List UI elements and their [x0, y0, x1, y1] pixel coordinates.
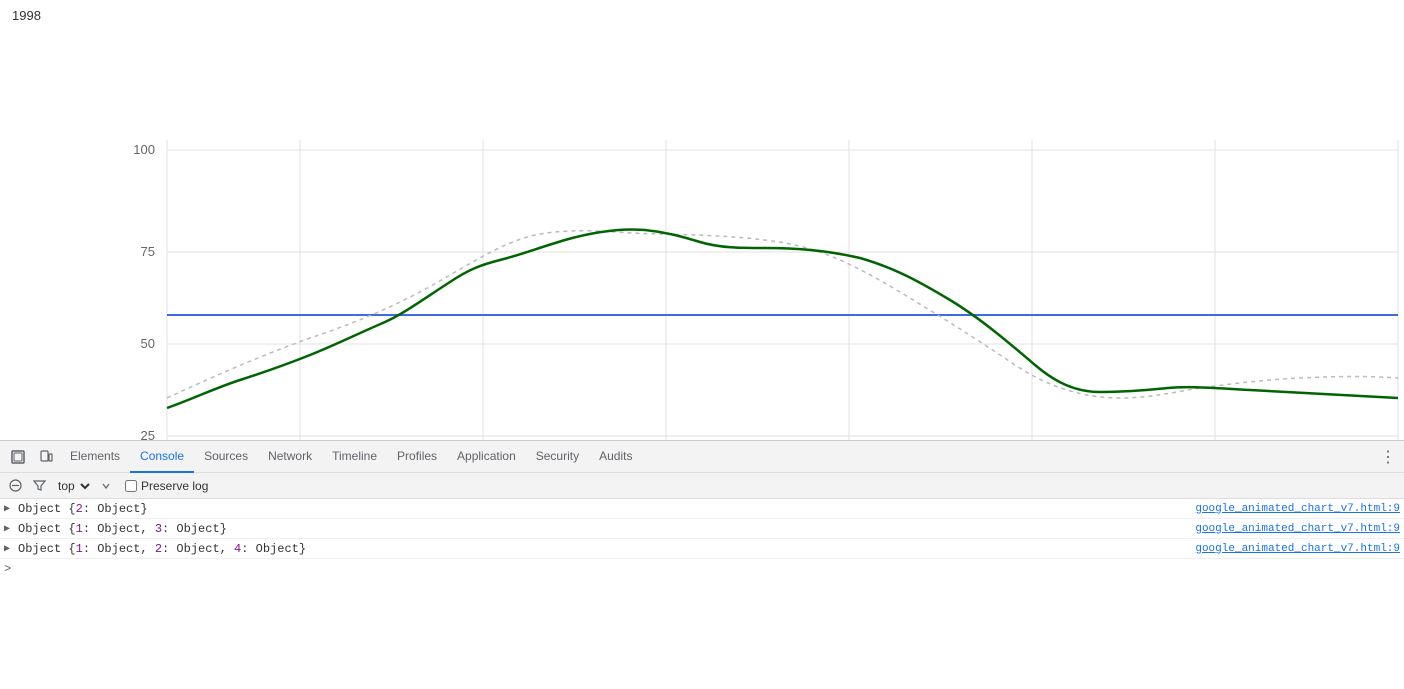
console-row-link-3[interactable]: google_animated_chart_v7.html:9: [1195, 543, 1400, 555]
console-row-link-1[interactable]: google_animated_chart_v7.html:9: [1195, 503, 1400, 515]
devtools-tabs: Elements Console Sources Network Timelin…: [0, 441, 1404, 473]
console-prompt: >: [4, 562, 11, 576]
preserve-log-container: Preserve log: [125, 479, 208, 493]
expand-arrow-3[interactable]: ▶: [4, 543, 14, 555]
filter-icon[interactable]: [28, 475, 50, 497]
devtools-menu-button[interactable]: ⋮: [1376, 443, 1400, 471]
clear-console-icon[interactable]: [4, 475, 26, 497]
console-row-1: ▶ Object {2: Object} google_animated_cha…: [0, 499, 1404, 519]
tab-elements[interactable]: Elements: [60, 441, 130, 473]
expand-arrow-2[interactable]: ▶: [4, 523, 14, 535]
svg-text:75: 75: [141, 244, 155, 259]
tab-network[interactable]: Network: [258, 441, 322, 473]
tab-sources[interactable]: Sources: [194, 441, 258, 473]
tab-console[interactable]: Console: [130, 441, 194, 473]
console-row-link-2[interactable]: google_animated_chart_v7.html:9: [1195, 523, 1400, 535]
tab-application[interactable]: Application: [447, 441, 526, 473]
svg-text:100: 100: [133, 142, 155, 157]
console-row-3: ▶ Object {1: Object, 2: Object, 4: Objec…: [0, 539, 1404, 559]
execution-context-select[interactable]: top: [52, 478, 93, 494]
toggle-device-icon[interactable]: [32, 443, 60, 471]
preserve-log-checkbox[interactable]: [125, 480, 137, 492]
tab-security[interactable]: Security: [526, 441, 589, 473]
console-input[interactable]: [15, 562, 1400, 576]
console-row-text-2: Object {1: Object, 3: Object}: [18, 522, 1195, 536]
chart-svg: 100 75 50 25: [0, 20, 1404, 450]
devtools-toolbar: top Preserve log: [0, 473, 1404, 499]
context-dropdown-icon[interactable]: [95, 475, 117, 497]
tab-audits[interactable]: Audits: [589, 441, 642, 473]
console-row-2: ▶ Object {1: Object, 3: Object} google_a…: [0, 519, 1404, 539]
devtools-panel: Elements Console Sources Network Timelin…: [0, 440, 1404, 689]
console-row-text-3: Object {1: Object, 2: Object, 4: Object}: [18, 542, 1195, 556]
chart-area: 100 75 50 25: [0, 20, 1404, 450]
console-output: ▶ Object {2: Object} google_animated_cha…: [0, 499, 1404, 689]
tab-timeline[interactable]: Timeline: [322, 441, 387, 473]
preserve-log-label[interactable]: Preserve log: [141, 479, 208, 493]
console-input-row: >: [0, 559, 1404, 579]
tab-profiles[interactable]: Profiles: [387, 441, 447, 473]
inspect-element-icon[interactable]: [4, 443, 32, 471]
console-row-text-1: Object {2: Object}: [18, 502, 1195, 516]
expand-arrow-1[interactable]: ▶: [4, 503, 14, 515]
svg-text:50: 50: [141, 336, 155, 351]
